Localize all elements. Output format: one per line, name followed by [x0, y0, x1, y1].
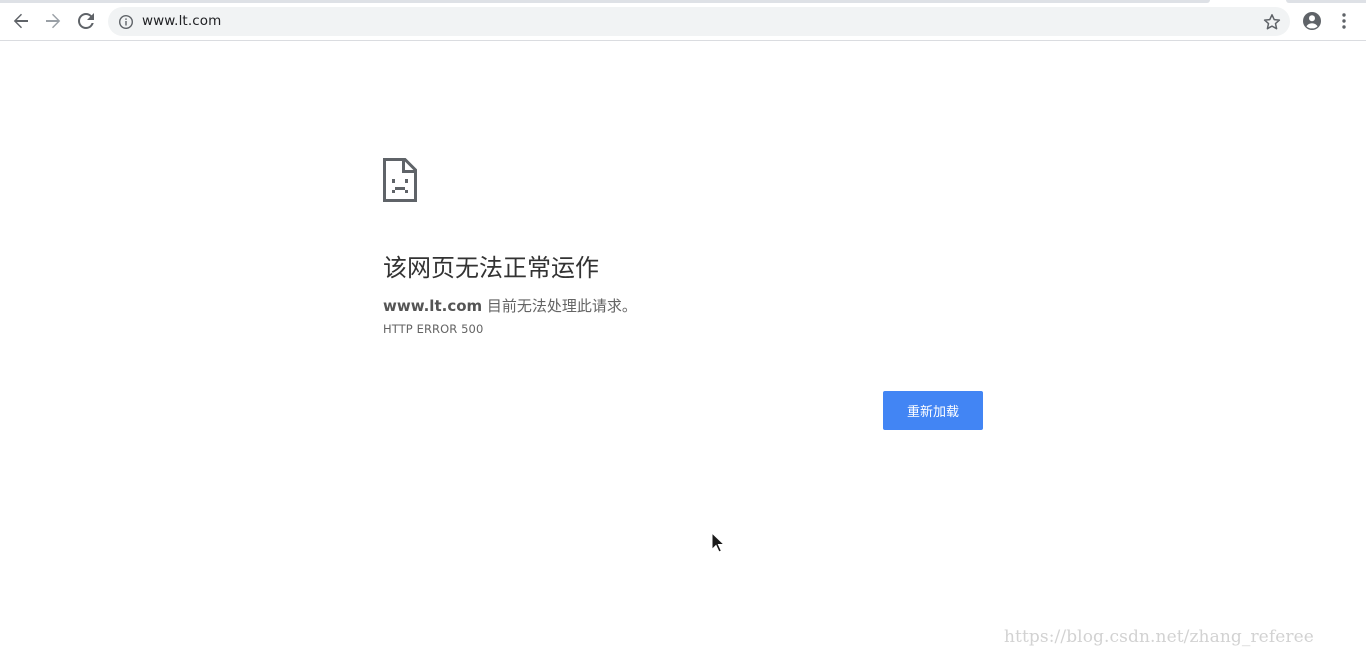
reload-button[interactable] [73, 8, 99, 34]
forward-button[interactable] [40, 8, 66, 34]
tab-strip-edge [0, 0, 1210, 3]
star-icon[interactable] [1262, 12, 1282, 32]
address-bar[interactable]: www.lt.com [108, 7, 1290, 36]
info-icon[interactable] [118, 14, 134, 30]
tab-strip-edge-right [1286, 0, 1366, 3]
error-summary-text: 目前无法处理此请求。 [482, 297, 637, 315]
sad-page-icon [383, 158, 417, 202]
error-host: www.lt.com [383, 297, 483, 315]
arrow-right-icon [46, 13, 61, 29]
arrow-left-icon [13, 13, 28, 29]
account-circle-icon[interactable] [1300, 9, 1324, 33]
back-button[interactable] [8, 8, 34, 34]
watermark-text: https://blog.csdn.net/zhang_referee [1004, 627, 1314, 647]
error-summary: www.lt.com 目前无法处理此请求。 [383, 295, 637, 316]
error-code: HTTP ERROR 500 [383, 322, 484, 336]
vertical-dots-icon[interactable] [1334, 9, 1354, 33]
reload-page-button[interactable]: 重新加载 [883, 391, 983, 430]
reload-icon [78, 13, 94, 29]
url-text[interactable]: www.lt.com [142, 13, 221, 29]
mouse-cursor-icon [711, 532, 725, 553]
browser-toolbar: www.lt.com [0, 0, 1366, 41]
error-heading: 该网页无法正常运作 [383, 254, 599, 282]
